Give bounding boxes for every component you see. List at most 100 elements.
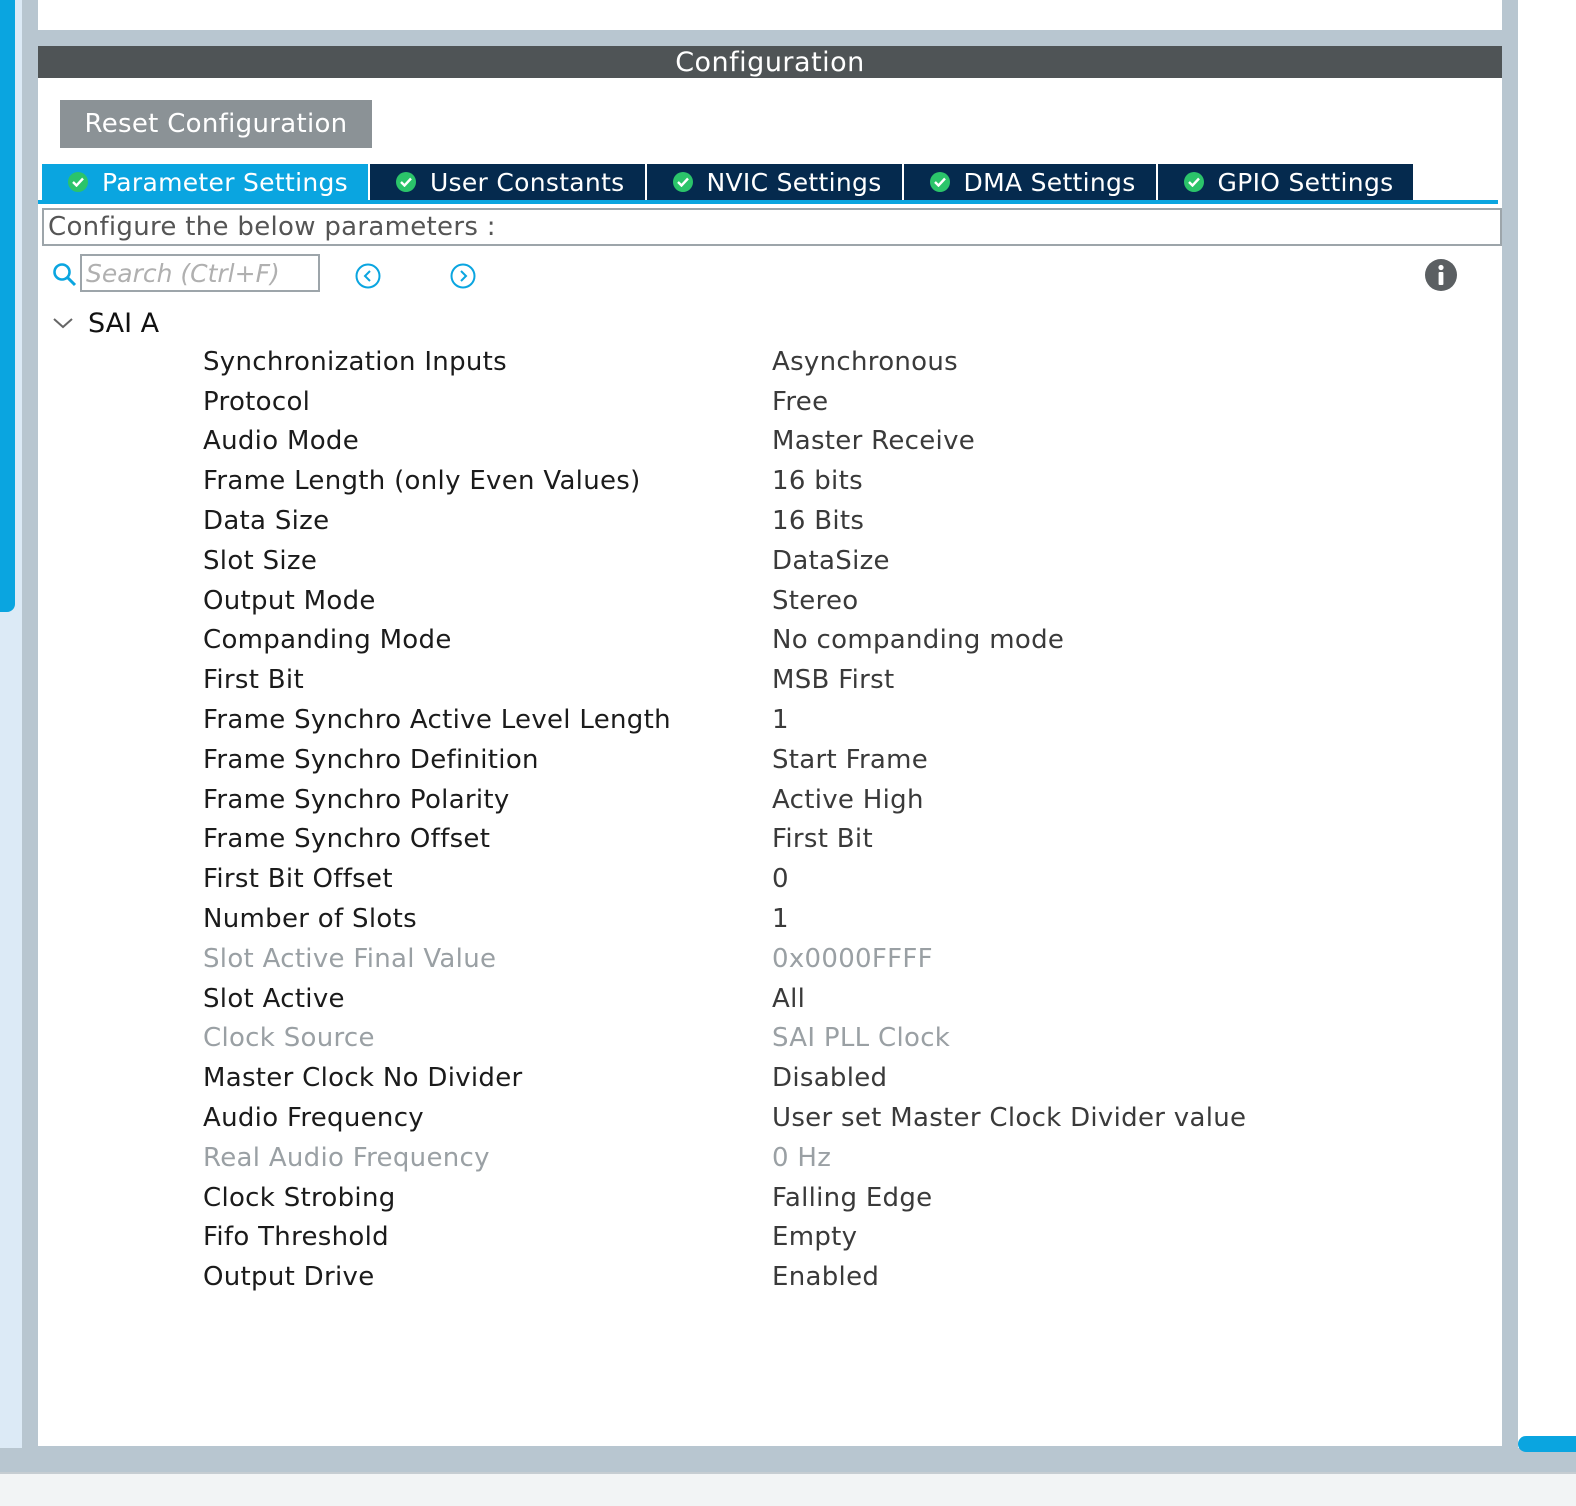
parameter-value[interactable]: Stereo xyxy=(772,586,859,616)
chevron-left-circle-icon[interactable] xyxy=(354,262,382,290)
parameter-row[interactable]: Master Clock No Divider Disabled xyxy=(203,1058,1463,1098)
parameter-value[interactable]: Master Receive xyxy=(772,426,975,456)
parameter-name: First Bit Offset xyxy=(203,864,393,895)
parameter-name: Companding Mode xyxy=(203,625,452,656)
tab-label: User Constants xyxy=(429,167,625,197)
parameter-value[interactable]: 1 xyxy=(772,705,789,735)
parameter-name: Synchronization Inputs xyxy=(203,346,507,377)
parameter-row[interactable]: Output Mode Stereo xyxy=(203,581,1463,621)
reset-configuration-button[interactable]: Reset Configuration xyxy=(60,100,372,148)
parameter-row[interactable]: Audio Mode Master Receive xyxy=(203,422,1463,462)
parameter-value: SAI PLL Clock xyxy=(772,1023,951,1054)
chevron-right-circle-icon[interactable] xyxy=(449,262,477,290)
tab-parameter-settings[interactable]: Parameter Settings xyxy=(42,164,370,200)
configuration-panel: Reset Configuration Parameter Settings U… xyxy=(38,78,1502,1446)
parameter-value[interactable]: Asynchronous xyxy=(772,347,958,377)
parameter-row[interactable]: Number of Slots 1 xyxy=(203,899,1463,939)
tab-nvic-settings[interactable]: NVIC Settings xyxy=(646,164,904,200)
parameter-row[interactable]: Slot Active Final Value 0x0000FFFF xyxy=(203,939,1463,979)
check-circle-icon xyxy=(1183,172,1204,192)
parameter-name: Fifo Threshold xyxy=(203,1222,389,1253)
parameter-name: Master Clock No Divider xyxy=(203,1063,523,1094)
parameter-value[interactable]: 16 Bits xyxy=(772,506,864,536)
parameter-row[interactable]: Protocol Free xyxy=(203,382,1463,422)
parameter-value[interactable]: Disabled xyxy=(772,1063,887,1093)
parameter-name: Output Mode xyxy=(203,585,376,616)
parameter-value[interactable]: No companding mode xyxy=(772,625,1064,655)
parameter-row[interactable]: Frame Synchro Polarity Active High xyxy=(203,780,1463,820)
parameter-row[interactable]: Audio Frequency User set Master Clock Div… xyxy=(203,1098,1463,1138)
parameter-name: Real Audio Frequency xyxy=(203,1142,490,1173)
parameter-row[interactable]: Slot Active All xyxy=(203,979,1463,1019)
parameter-row[interactable]: Real Audio Frequency 0 Hz xyxy=(203,1138,1463,1178)
parameter-row[interactable]: Output Drive Enabled xyxy=(203,1257,1463,1297)
parameter-row[interactable]: First Bit Offset 0 xyxy=(203,859,1463,899)
parameter-name: Clock Source xyxy=(203,1023,375,1054)
parameter-value[interactable]: 16 bits xyxy=(772,466,863,496)
parameter-name: Frame Synchro Offset xyxy=(203,824,491,855)
parameter-row[interactable]: Data Size 16 Bits xyxy=(203,501,1463,541)
info-icon[interactable] xyxy=(1424,258,1458,292)
check-circle-icon xyxy=(68,172,88,192)
parameter-value[interactable]: MSB First xyxy=(772,665,894,695)
tab-label: NVIC Settings xyxy=(706,167,882,197)
right-scrollbar[interactable] xyxy=(1518,1436,1576,1452)
group-header-sai-a[interactable]: SAI A xyxy=(52,306,159,340)
tab-gpio-settings[interactable]: GPIO Settings xyxy=(1157,164,1416,200)
search-input[interactable] xyxy=(80,254,320,292)
check-circle-icon xyxy=(672,172,693,192)
tab-underline xyxy=(38,200,1498,204)
parameter-row[interactable]: Slot Size DataSize xyxy=(203,541,1463,581)
tab-label: Parameter Settings xyxy=(102,167,348,197)
parameter-value[interactable]: All xyxy=(772,984,805,1014)
parameter-value[interactable]: Free xyxy=(772,387,828,417)
parameter-value[interactable]: Empty xyxy=(772,1222,857,1252)
check-circle-icon xyxy=(929,172,950,192)
parameter-value[interactable]: Active High xyxy=(772,785,924,815)
parameter-name: Frame Synchro Active Level Length xyxy=(203,705,671,736)
search-icon xyxy=(53,263,77,287)
left-scrollbar[interactable] xyxy=(0,0,15,612)
parameter-row[interactable]: Clock Strobing Falling Edge xyxy=(203,1178,1463,1218)
parameter-row[interactable]: Companding Mode No companding mode xyxy=(203,621,1463,661)
parameter-name: Frame Length (only Even Values) xyxy=(203,466,641,497)
parameter-row[interactable]: Frame Synchro Definition Start Frame xyxy=(203,740,1463,780)
parameter-row[interactable]: Frame Synchro Active Level Length 1 xyxy=(203,700,1463,740)
parameter-name: Frame Synchro Definition xyxy=(203,744,539,775)
parameter-row[interactable]: Frame Synchro Offset First Bit xyxy=(203,820,1463,860)
parameter-name: First Bit xyxy=(203,665,304,696)
parameter-value[interactable]: Start Frame xyxy=(772,745,928,775)
parameter-value[interactable]: Falling Edge xyxy=(772,1183,932,1213)
parameter-name: Output Drive xyxy=(203,1262,375,1293)
parameter-name: Slot Active xyxy=(203,983,345,1014)
parameter-name: Audio Frequency xyxy=(203,1103,424,1134)
parameter-name: Data Size xyxy=(203,506,330,537)
parameter-list: Synchronization Inputs Asynchronous Protoc… xyxy=(203,342,1463,1297)
parameter-value[interactable]: 0 xyxy=(772,864,789,894)
parameter-name: Clock Strobing xyxy=(203,1182,396,1213)
right-side-pane xyxy=(1518,0,1576,1448)
configuration-header: Configuration xyxy=(38,46,1502,78)
parameter-name: Frame Synchro Polarity xyxy=(203,784,510,815)
parameter-row[interactable]: First Bit MSB First xyxy=(203,660,1463,700)
configure-instructions: Configure the below parameters : xyxy=(42,208,1502,246)
parameter-value[interactable]: Enabled xyxy=(772,1262,879,1292)
parameter-row[interactable]: Fifo Threshold Empty xyxy=(203,1218,1463,1258)
parameter-name: Audio Mode xyxy=(203,426,360,457)
tab-user-constants[interactable]: User Constants xyxy=(369,164,647,200)
check-circle-icon xyxy=(395,172,416,192)
status-bar xyxy=(0,1472,1576,1506)
top-pane xyxy=(38,0,1502,30)
parameter-value[interactable]: DataSize xyxy=(772,546,890,576)
parameter-row[interactable]: Frame Length (only Even Values) 16 bits xyxy=(203,461,1463,501)
group-title: SAI A xyxy=(88,307,160,339)
settings-tabs: Parameter Settings User Constants NVIC S… xyxy=(42,164,1416,200)
tab-dma-settings[interactable]: DMA Settings xyxy=(903,164,1158,200)
parameter-row[interactable]: Synchronization Inputs Asynchronous xyxy=(203,342,1463,382)
parameter-value[interactable]: 1 xyxy=(772,904,789,934)
parameter-value[interactable]: First Bit xyxy=(772,824,873,854)
parameter-value[interactable]: User set Master Clock Divider value xyxy=(772,1103,1246,1133)
parameter-name: Slot Active Final Value xyxy=(203,943,497,974)
parameter-name: Number of Slots xyxy=(203,904,417,935)
parameter-row[interactable]: Clock Source SAI PLL Clock xyxy=(203,1019,1463,1059)
